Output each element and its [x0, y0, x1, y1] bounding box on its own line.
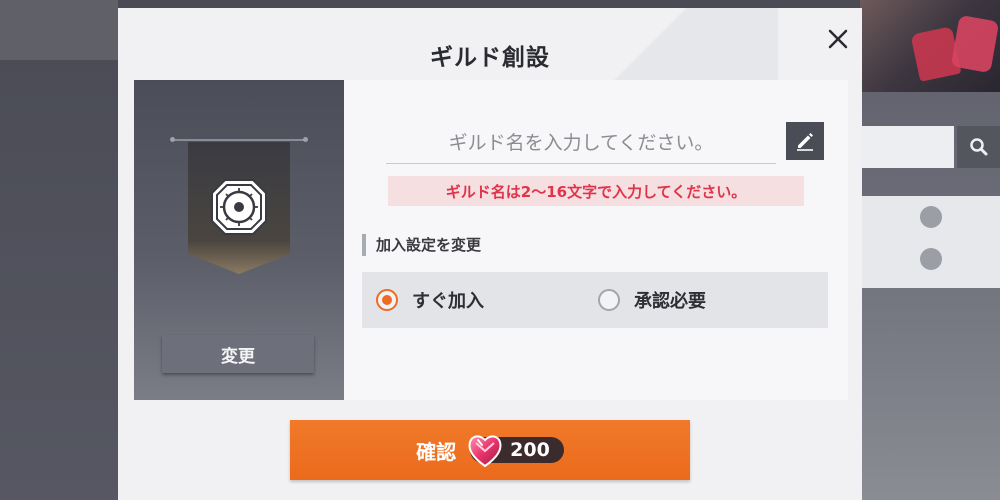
background-search-button: [957, 126, 1000, 168]
cost-badge: 200: [468, 435, 564, 468]
search-icon: [969, 138, 987, 156]
confirm-button[interactable]: 確認 200: [290, 420, 690, 480]
radio-unselected-icon: [598, 289, 620, 311]
guild-name-error: ギルド名は2～16文字で入力してください。: [388, 176, 804, 206]
radio-label: 承認必要: [634, 291, 706, 312]
join-settings-options: すぐ加入 承認必要: [362, 272, 828, 328]
background-badge-icon: [920, 206, 942, 228]
banner-rod: [170, 137, 308, 142]
dialog-title: ギルド創設: [430, 45, 550, 71]
close-button[interactable]: [821, 22, 855, 56]
background-search-input: [860, 126, 954, 168]
join-settings-label: 加入設定を変更: [362, 234, 481, 256]
edit-name-button[interactable]: [786, 122, 824, 160]
radio-approval-required[interactable]: 承認必要: [598, 272, 706, 328]
background-shade: [0, 0, 118, 60]
confirm-label: 確認: [416, 439, 457, 464]
close-icon: [828, 29, 848, 49]
guild-settings-form: ギルド名は2～16文字で入力してください。 加入設定を変更 すぐ加入 承認必要: [344, 80, 848, 400]
gem-icon: [468, 435, 502, 468]
guild-create-dialog: ギルド創設 変更 ギルド名を入力してください。 ギルド名は2～16文字で入力して…: [118, 8, 862, 500]
emblem-panel: 変更: [134, 80, 344, 400]
background-member-icon: [920, 248, 942, 270]
cost-value: 200: [510, 439, 550, 461]
radio-instant-join[interactable]: すぐ加入: [376, 272, 484, 328]
guild-name-input[interactable]: [386, 122, 776, 164]
change-emblem-button[interactable]: 変更: [162, 335, 314, 373]
pencil-icon: [797, 133, 813, 151]
guild-emblem-icon: [188, 142, 290, 274]
radio-selected-icon: [376, 289, 398, 311]
radio-label: すぐ加入: [412, 291, 484, 312]
